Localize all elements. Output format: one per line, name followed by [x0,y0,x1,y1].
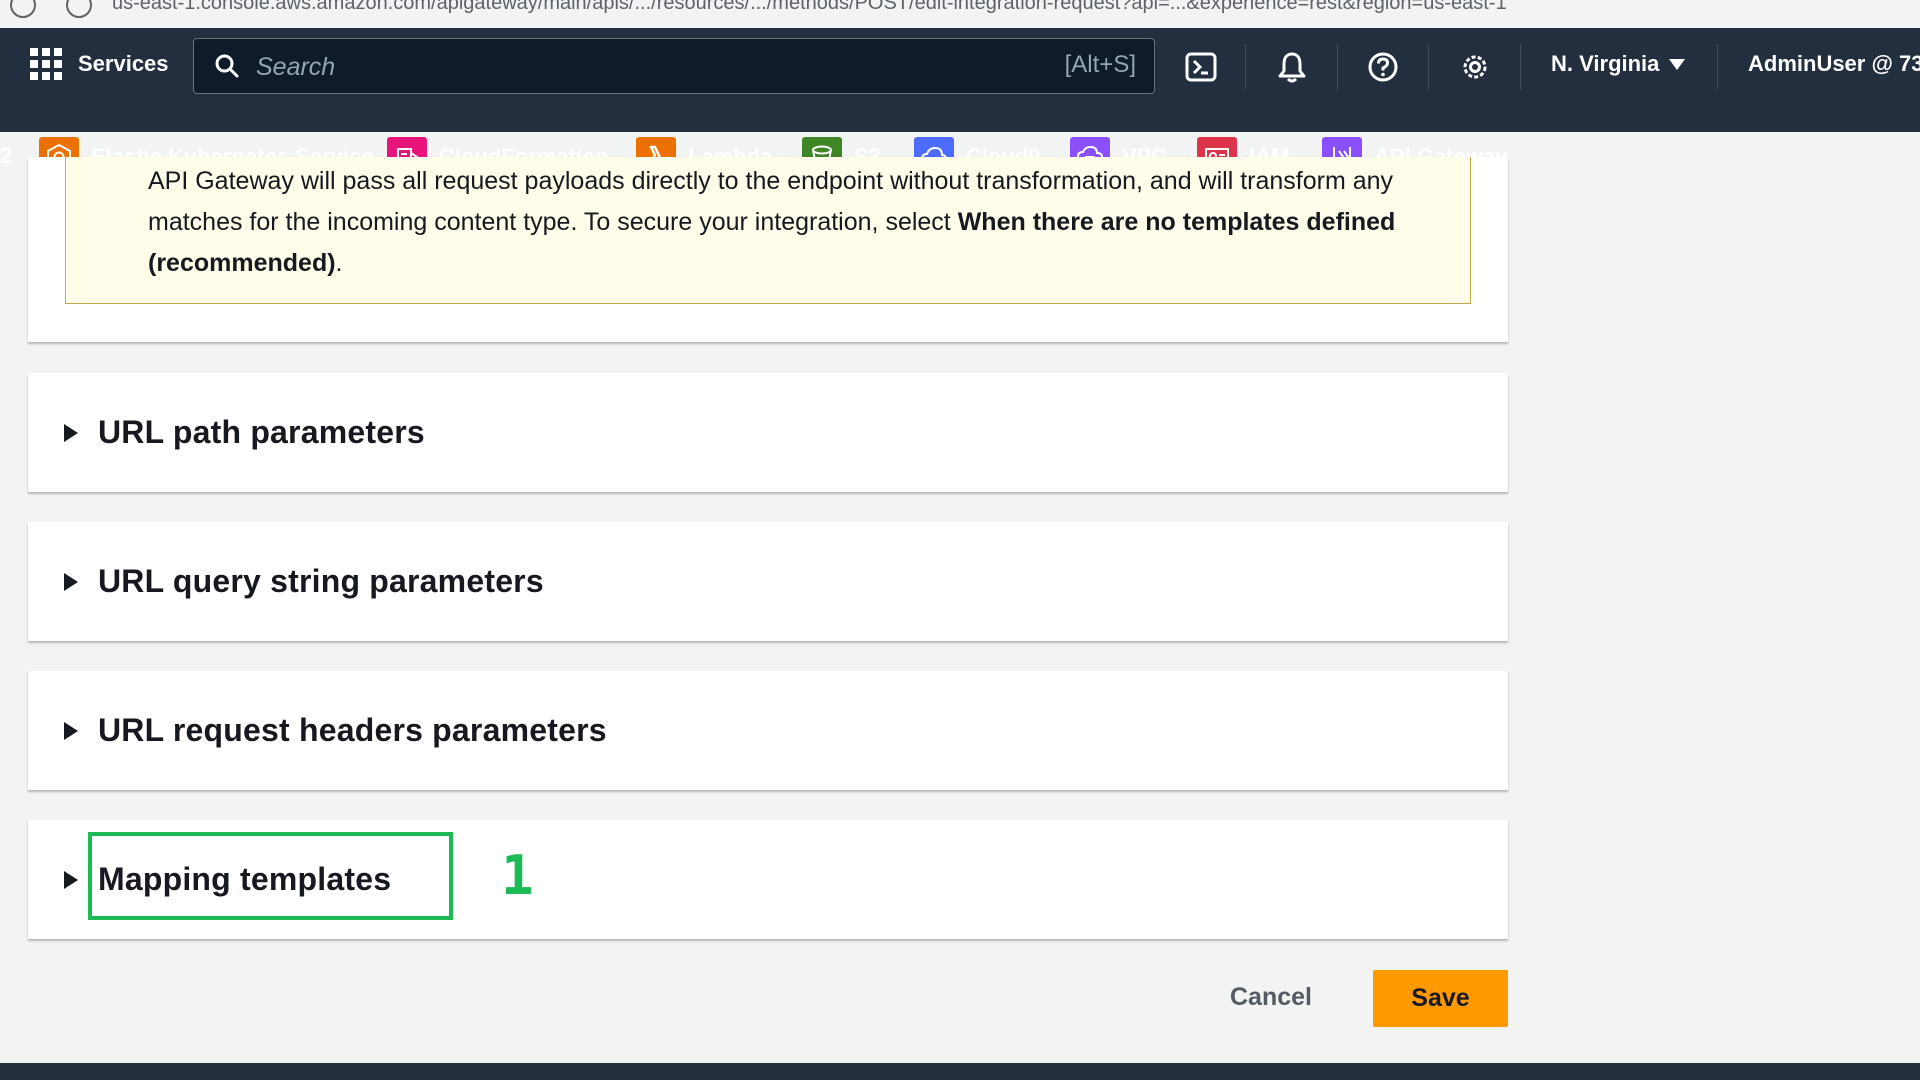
nav-divider [1717,44,1718,90]
settings-button[interactable] [1452,44,1498,90]
search-icon [215,54,239,78]
services-label: Services [78,51,169,76]
save-button[interactable]: Save [1373,970,1508,1027]
warning-text: API Gateway will pass all request payloa… [148,167,1396,277]
mapping-templates-highlight-box [88,832,453,920]
passthrough-warning-alert: API Gateway will pass all request payloa… [65,157,1471,304]
section-title: URL query string parameters [98,563,544,599]
nav-divider [1428,44,1429,90]
browser-url[interactable]: us-east-1.console.aws.amazon.com/apigate… [112,0,1507,15]
browser-address-strip: us-east-1.console.aws.amazon.com/apigate… [0,0,1920,28]
url-query-string-parameters-toggle[interactable]: URL query string parameters [64,522,544,641]
section-title: URL request headers parameters [98,712,607,748]
step-number-annotation: 1 [501,844,534,907]
region-label: N. Virginia [1551,51,1660,76]
bell-icon [1278,52,1306,83]
favorites-overflow-label: 2 [0,143,13,168]
caret-right-icon [64,423,78,442]
reload-icon[interactable] [10,0,36,18]
cancel-button[interactable]: Cancel [1220,970,1322,1024]
cloudshell-icon [1185,52,1217,82]
nav-divider [1337,44,1338,90]
url-path-parameters-toggle[interactable]: URL path parameters [64,373,425,492]
integration-request-panel: API Gateway will pass all request payloa… [28,157,1508,342]
services-menu-button[interactable]: Services [30,48,169,80]
caret-right-icon [64,572,78,591]
help-icon [1368,52,1398,82]
gear-icon [1463,55,1487,79]
cloudshell-button[interactable] [1178,44,1224,90]
aws-top-navigation: Services [Alt+S] [0,28,1920,177]
url-request-headers-parameters-section: URL request headers parameters [28,671,1508,790]
search-shortcut-hint: [Alt+S] [1064,51,1136,78]
caret-right-icon [64,721,78,740]
caret-right-icon [64,870,78,889]
caret-down-icon [1669,58,1686,70]
nav-divider [1520,44,1521,90]
region-selector[interactable]: N. Virginia [1551,51,1686,77]
services-grid-icon [30,48,62,80]
site-info-icon[interactable] [66,0,92,18]
account-menu[interactable]: AdminUser @ 73 [1748,51,1920,77]
nav-divider [1245,44,1246,90]
help-button[interactable] [1360,44,1406,90]
notifications-button[interactable] [1269,44,1315,90]
url-query-string-parameters-section: URL query string parameters [28,522,1508,641]
section-title: URL path parameters [98,414,425,450]
url-path-parameters-section: URL path parameters [28,373,1508,492]
search-box[interactable]: [Alt+S] [193,38,1155,94]
search-input[interactable] [256,47,956,87]
url-request-headers-parameters-toggle[interactable]: URL request headers parameters [64,671,607,790]
console-footer [0,1063,1920,1080]
